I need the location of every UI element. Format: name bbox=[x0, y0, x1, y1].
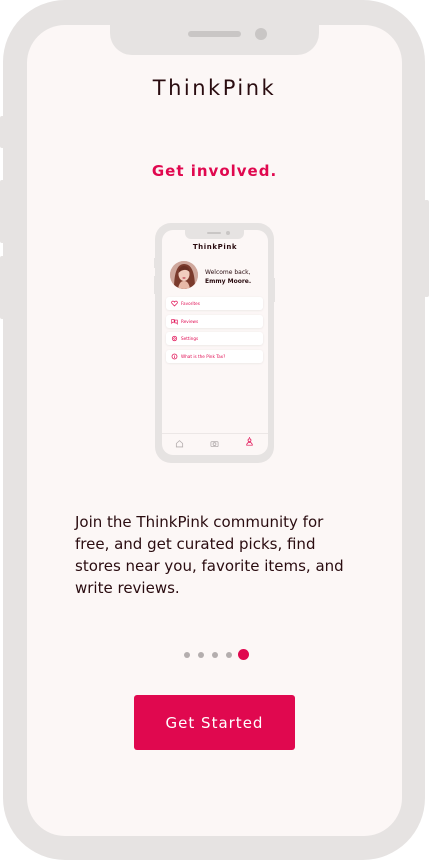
heart-icon bbox=[171, 300, 178, 307]
home-icon bbox=[175, 440, 184, 448]
side-button bbox=[0, 116, 5, 148]
preview-menu-item-favorites: Favorites bbox=[166, 297, 263, 310]
preview-camera bbox=[226, 231, 230, 235]
page-dot[interactable] bbox=[226, 652, 232, 658]
menu-item-label: Reviews bbox=[181, 319, 199, 324]
get-started-button[interactable]: Get Started bbox=[134, 695, 295, 750]
preview-menu-item-settings: Settings bbox=[166, 332, 263, 345]
speaker bbox=[188, 31, 241, 37]
user-name: Emmy Moore. bbox=[205, 278, 252, 285]
preview-side-button bbox=[273, 278, 275, 302]
menu-item-label: Favorites bbox=[181, 301, 200, 306]
avatar bbox=[170, 261, 198, 289]
side-button bbox=[424, 200, 429, 297]
welcome-message: Welcome back, Emmy Moore. bbox=[205, 268, 251, 286]
gear-icon bbox=[171, 335, 178, 342]
side-button bbox=[0, 256, 5, 319]
welcome-line: Welcome back, bbox=[205, 269, 251, 276]
onboarding-description: Join the ThinkPink community for free, a… bbox=[75, 513, 344, 597]
info-icon bbox=[171, 353, 178, 360]
reviews-icon bbox=[171, 319, 178, 325]
page-dot[interactable] bbox=[198, 652, 204, 658]
app-title: ThinkPink bbox=[152, 76, 277, 100]
pagination-dots bbox=[0, 649, 429, 661]
page-dot-active[interactable] bbox=[238, 649, 249, 660]
menu-item-label: Settings bbox=[181, 336, 199, 341]
side-button bbox=[0, 180, 5, 243]
profile-icon bbox=[246, 437, 253, 446]
page-dot[interactable] bbox=[184, 652, 190, 658]
menu-item-label: What is the Pink Tax? bbox=[181, 354, 226, 359]
preview-menu-item-pink-tax: What is the Pink Tax? bbox=[166, 350, 263, 363]
preview-side-button bbox=[154, 258, 156, 268]
notch bbox=[110, 0, 319, 55]
front-camera bbox=[255, 28, 267, 40]
camera-icon bbox=[210, 441, 219, 448]
page-dot[interactable] bbox=[212, 652, 218, 658]
preview-menu-item-reviews: Reviews bbox=[166, 315, 263, 328]
preview-side-button bbox=[154, 276, 156, 294]
preview-speaker bbox=[207, 232, 221, 234]
onboarding-headline: Get involved. bbox=[151, 162, 278, 180]
preview-app-title: ThinkPink bbox=[192, 243, 238, 251]
